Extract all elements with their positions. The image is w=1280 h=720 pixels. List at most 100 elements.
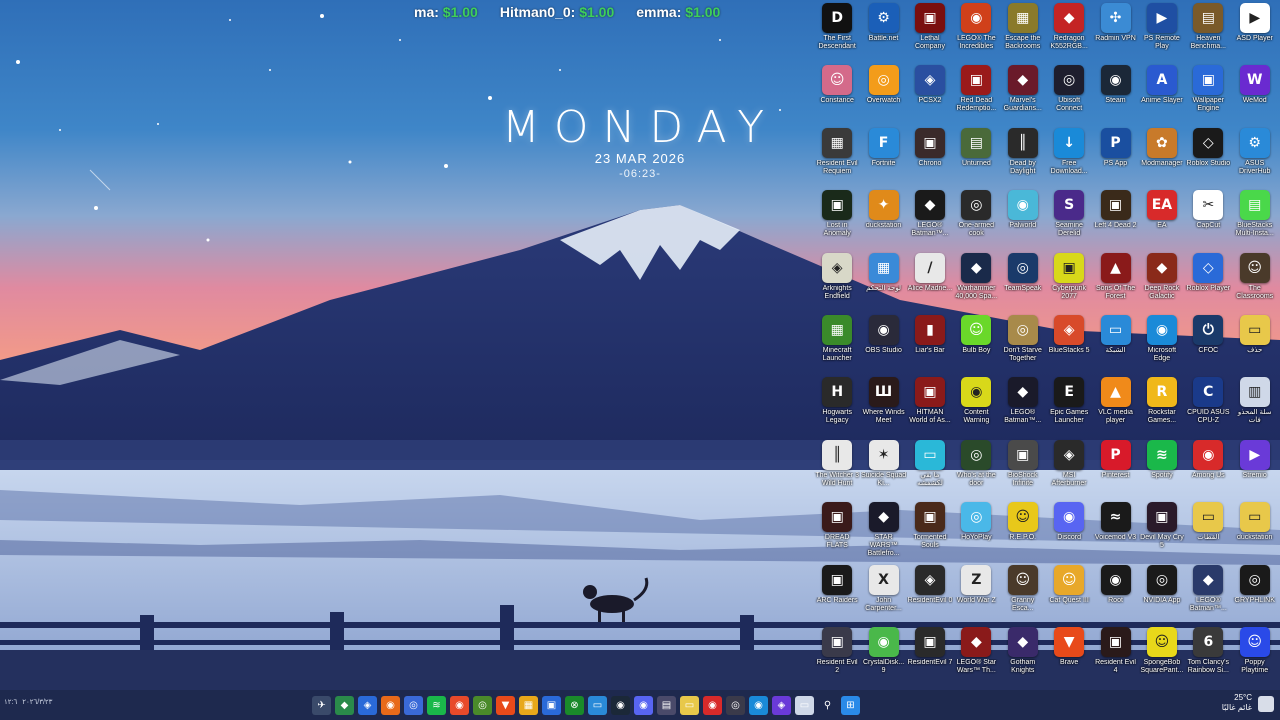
desktop-shortcut[interactable]: ◆ LEGO® Batman™... — [907, 187, 953, 249]
desktop-shortcut[interactable]: ◆ Redragon K552RGB... — [1046, 0, 1092, 62]
desktop-shortcut[interactable]: ◇ Roblox Player — [1185, 250, 1231, 312]
desktop-shortcut[interactable]: ⏻ CFOC — [1185, 312, 1231, 374]
desktop-shortcut[interactable]: ▣ Chrono — [907, 125, 953, 187]
tray-time[interactable]: ١٢:٦ — [4, 698, 17, 706]
desktop-shortcut[interactable]: ✦ duckstation — [860, 187, 906, 249]
desktop-shortcut[interactable]: ☺ The Classrooms — [1232, 250, 1278, 312]
desktop-shortcut[interactable]: ◎ Who's at the door — [953, 437, 999, 499]
desktop-shortcut[interactable]: ✣ Radmin VPN — [1092, 0, 1138, 62]
desktop-shortcut[interactable]: ◉ Steam — [1092, 62, 1138, 124]
desktop-shortcut[interactable]: Ш Where Winds Meet — [860, 374, 906, 436]
desktop-shortcut[interactable]: P PS App — [1092, 125, 1138, 187]
taskbar-start-icon[interactable]: ⊞ — [841, 696, 860, 715]
desktop-shortcut[interactable]: ◆ LEGO® Batman™... — [1000, 374, 1046, 436]
desktop-shortcut[interactable]: ▤ Heaven Benchma... — [1185, 0, 1231, 62]
desktop-shortcut[interactable]: ▣ ARC Raiders — [814, 562, 860, 624]
taskbar-steam-icon[interactable]: ◉ — [611, 696, 630, 715]
desktop-shortcut[interactable]: 6 Tom Clancy's Rainbow Si... — [1185, 624, 1231, 686]
desktop-shortcut[interactable]: ▣ Tormented Souls — [907, 499, 953, 561]
desktop-shortcut[interactable]: ◆ LEGO® Star Wars™ Th... — [953, 624, 999, 686]
desktop-shortcut[interactable]: ☺ Poppy Playtime — [1232, 624, 1278, 686]
desktop-shortcut[interactable]: H Hogwarts Legacy — [814, 374, 860, 436]
desktop-shortcut[interactable]: R Rockstar Games... — [1139, 374, 1185, 436]
desktop-shortcut[interactable]: ▭ ما بقي لكشفشه — [907, 437, 953, 499]
desktop-shortcut[interactable]: ◆ LEGO® Batman™... — [1185, 562, 1231, 624]
desktop-shortcut[interactable]: ▣ Devil May Cry 5 — [1139, 499, 1185, 561]
desktop-shortcut[interactable]: ◈ ResidentEvil 0 — [907, 562, 953, 624]
desktop-shortcut[interactable]: ▣ HITMAN World of As... — [907, 374, 953, 436]
taskbar-app-icon[interactable]: ◈ — [772, 696, 791, 715]
taskbar-app-icon[interactable]: ✈ — [312, 696, 331, 715]
desktop-shortcut[interactable]: E Epic Games Launcher — [1046, 374, 1092, 436]
desktop-shortcut[interactable]: ▦ Minecraft Launcher — [814, 312, 860, 374]
desktop-shortcut[interactable]: ◎ Don't Starve Together — [1000, 312, 1046, 374]
desktop-shortcut[interactable]: ▣ BioShock Infinite — [1000, 437, 1046, 499]
desktop-shortcut[interactable]: ▼ Brave — [1046, 624, 1092, 686]
desktop-shortcut[interactable]: S Seamine Derelid — [1046, 187, 1092, 249]
desktop-shortcut[interactable]: ▶ ASD Player — [1232, 0, 1278, 62]
desktop-shortcut[interactable]: ☺ R.E.P.O. — [1000, 499, 1046, 561]
taskbar-app-icon[interactable]: ◉ — [703, 696, 722, 715]
taskbar-app-icon[interactable]: ▦ — [519, 696, 538, 715]
desktop-shortcut[interactable]: ◉ LEGO® The Incredibles — [953, 0, 999, 62]
desktop-shortcut[interactable]: C CPUID ASUS CPU-Z — [1185, 374, 1231, 436]
desktop-shortcut[interactable]: ☺ Cat Quest III — [1046, 562, 1092, 624]
desktop-shortcut[interactable]: ▦ Escape the Backrooms — [1000, 0, 1046, 62]
desktop-shortcut[interactable]: ◎ NVIDIA App — [1139, 562, 1185, 624]
taskbar-xbox-icon[interactable]: ⊗ — [565, 696, 584, 715]
desktop-shortcut[interactable]: ▤ BlueStacks Multi-Insta... — [1232, 187, 1278, 249]
taskbar-app-icon[interactable]: ▣ — [542, 696, 561, 715]
desktop-shortcut[interactable]: ✶ Suicide Squad Ki... — [860, 437, 906, 499]
desktop-shortcut[interactable]: ☺ Constance — [814, 62, 860, 124]
taskbar-app-icon[interactable]: ◆ — [335, 696, 354, 715]
desktop-shortcut[interactable]: ◉ Microsoft Edge — [1139, 312, 1185, 374]
desktop-shortcut[interactable]: ◈ BlueStacks 5 — [1046, 312, 1092, 374]
desktop-shortcut[interactable]: ◎ Ubisoft Connect — [1046, 62, 1092, 124]
desktop-shortcut[interactable]: ▣ Lethal Company — [907, 0, 953, 62]
desktop-shortcut[interactable]: ║ Dead by Daylight — [1000, 125, 1046, 187]
desktop-shortcut[interactable]: ☺ Bulb Boy — [953, 312, 999, 374]
desktop-shortcut[interactable]: ▣ Left 4 Dead 2 — [1092, 187, 1138, 249]
taskbar-app-icon[interactable]: ▤ — [657, 696, 676, 715]
desktop-shortcut[interactable]: EA EA — [1139, 187, 1185, 249]
taskbar-discord-icon[interactable]: ◉ — [634, 696, 653, 715]
desktop-shortcut[interactable]: ◎ TeamSpeak — [1000, 250, 1046, 312]
desktop-shortcut[interactable]: ▶ Stremio — [1232, 437, 1278, 499]
desktop-shortcut[interactable]: ◎ Overwatch — [860, 62, 906, 124]
taskbar-app-icon[interactable]: ▭ — [795, 696, 814, 715]
desktop-shortcut[interactable]: ◈ PCSX2 — [907, 62, 953, 124]
desktop-shortcut[interactable]: F Fortnite — [860, 125, 906, 187]
desktop-shortcut[interactable]: / Alice Madne... — [907, 250, 953, 312]
desktop-shortcut[interactable]: ▭ حذف — [1232, 312, 1278, 374]
desktop-shortcut[interactable]: ▭ الشبكة — [1092, 312, 1138, 374]
desktop-shortcut[interactable]: A Anime Slayer — [1139, 62, 1185, 124]
desktop-shortcut[interactable]: ▣ DREAD FLATS — [814, 499, 860, 561]
desktop-shortcut[interactable]: ▣ Wallpaper Engine — [1185, 62, 1231, 124]
desktop-shortcut[interactable]: ⚙ ASUS DriverHub — [1232, 125, 1278, 187]
desktop-shortcut[interactable]: ☺ Granny Esca... — [1000, 562, 1046, 624]
weather-widget[interactable]: 25°C غائم غالبًا — [1222, 693, 1252, 713]
desktop-shortcut[interactable]: ▤ Unturned — [953, 125, 999, 187]
desktop-shortcut[interactable]: ▲ VLC media player — [1092, 374, 1138, 436]
taskbar-app-icon[interactable]: ▭ — [588, 696, 607, 715]
taskbar-app-icon[interactable]: ◎ — [726, 696, 745, 715]
desktop-shortcut[interactable]: ▭ القطات — [1185, 499, 1231, 561]
desktop-shortcut[interactable]: ◉ Content Warning — [953, 374, 999, 436]
desktop-shortcut[interactable]: ↓ Free Download... — [1046, 125, 1092, 187]
desktop-shortcut[interactable]: ◆ Deep Rock Galactic — [1139, 250, 1185, 312]
desktop-shortcut[interactable]: ⚙ Battle.net — [860, 0, 906, 62]
taskbar-firefox-icon[interactable]: ◉ — [381, 696, 400, 715]
desktop-shortcut[interactable]: ◈ MSI Afterburner — [1046, 437, 1092, 499]
desktop-shortcut[interactable]: ▣ Red Dead Redemptio... — [953, 62, 999, 124]
desktop-shortcut[interactable]: ◈ Arknights Endfield — [814, 250, 860, 312]
desktop-shortcut[interactable]: Z World War Z — [953, 562, 999, 624]
desktop-shortcut[interactable]: ▲ Sons Of The Forest — [1092, 250, 1138, 312]
taskbar-app-icon[interactable]: ◉ — [450, 696, 469, 715]
desktop-shortcut[interactable]: ◆ STAR WARS™ Battlefro... — [860, 499, 906, 561]
desktop-shortcut[interactable]: ◆ Marvel's Guardians... — [1000, 62, 1046, 124]
desktop-shortcut[interactable]: ◎ One-armed cook — [953, 187, 999, 249]
desktop-shortcut[interactable]: ◉ OBS Studio — [860, 312, 906, 374]
desktop-shortcut[interactable]: ◎ HoYoPlay — [953, 499, 999, 561]
desktop-shortcut[interactable]: ▣ Resident Evil 4 — [1092, 624, 1138, 686]
desktop-shortcut[interactable]: ▣ Cyberpunk 2077 — [1046, 250, 1092, 312]
